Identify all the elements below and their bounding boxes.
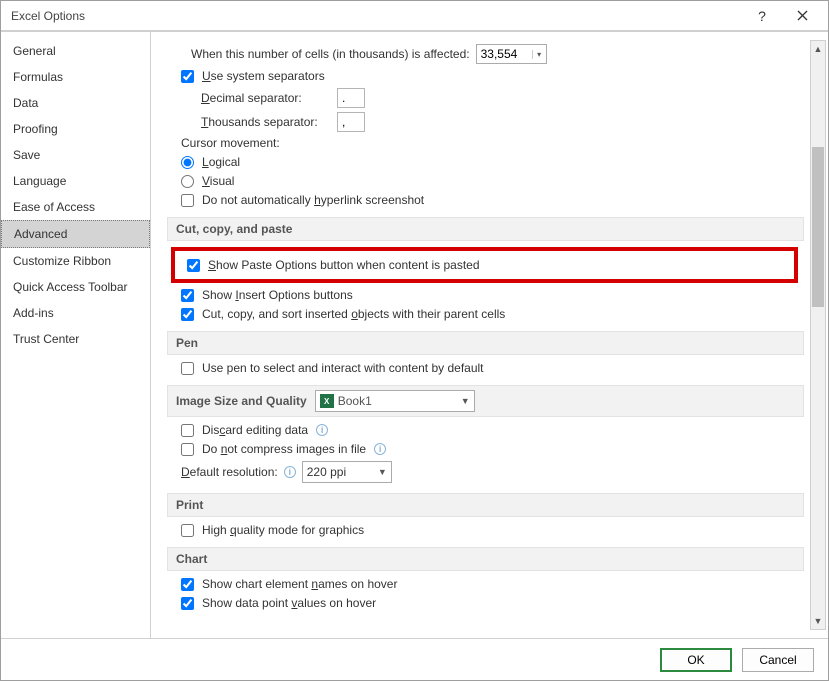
info-icon[interactable]: i <box>374 443 386 455</box>
section-chart: Chart <box>167 547 804 571</box>
use-pen-row: Use pen to select and interact with cont… <box>181 361 804 375</box>
sidebar-item-quick-access-toolbar[interactable]: Quick Access Toolbar <box>1 274 150 300</box>
decimal-separator-label: Decimal separator: <box>201 91 331 105</box>
help-button[interactable]: ? <box>742 2 782 30</box>
chart-data-values-checkbox[interactable] <box>181 597 194 610</box>
decimal-separator-row: Decimal separator: <box>201 88 804 108</box>
use-system-separators-row: Use system separators <box>181 69 804 83</box>
no-auto-hyperlink-checkbox[interactable] <box>181 194 194 207</box>
use-pen-label: Use pen to select and interact with cont… <box>202 361 484 375</box>
cursor-visual-row: Visual <box>181 174 804 188</box>
excel-options-dialog: Excel Options ? General Formulas Data Pr… <box>0 0 829 681</box>
show-paste-options-row: Show Paste Options button when content i… <box>187 258 788 272</box>
section-cut-copy-paste: Cut, copy, and paste <box>167 217 804 241</box>
section-image-size-quality: Image Size and Quality X Book1 ▼ <box>167 385 804 417</box>
image-target-value: Book1 <box>338 394 372 408</box>
scroll-down-arrow-icon[interactable]: ▼ <box>811 613 825 629</box>
section-pen: Pen <box>167 331 804 355</box>
vertical-scrollbar[interactable]: ▲ ▼ <box>810 40 826 630</box>
cells-affected-label: When this number of cells (in thousands)… <box>191 47 470 61</box>
sidebar-item-add-ins[interactable]: Add-ins <box>1 300 150 326</box>
cursor-movement-label: Cursor movement: <box>181 136 280 150</box>
default-resolution-row: Default resolution: i 220 ppi ▼ <box>181 461 804 483</box>
spinner-icon[interactable]: ▾ <box>532 50 546 59</box>
cursor-visual-radio[interactable] <box>181 175 194 188</box>
info-icon[interactable]: i <box>316 424 328 436</box>
discard-editing-checkbox[interactable] <box>181 424 194 437</box>
chart-element-names-label: Show chart element names on hover <box>202 577 397 591</box>
cancel-button[interactable]: Cancel <box>742 648 814 672</box>
thousands-separator-row: Thousands separator: <box>201 112 804 132</box>
sidebar-item-trust-center[interactable]: Trust Center <box>1 326 150 352</box>
sidebar-item-formulas[interactable]: Formulas <box>1 64 150 90</box>
sidebar-item-save[interactable]: Save <box>1 142 150 168</box>
show-insert-options-row: Show Insert Options buttons <box>181 288 804 302</box>
discard-editing-row: Discard editing data i <box>181 423 804 437</box>
scroll-track[interactable] <box>811 57 825 613</box>
content-area: When this number of cells (in thousands)… <box>151 32 828 638</box>
image-target-dropdown[interactable]: X Book1 ▼ <box>315 390 475 412</box>
sidebar-item-advanced[interactable]: Advanced <box>1 220 150 248</box>
no-auto-hyperlink-row: Do not automatically hyperlink screensho… <box>181 193 804 207</box>
cells-affected-row: When this number of cells (in thousands)… <box>191 44 804 64</box>
sidebar-item-language[interactable]: Language <box>1 168 150 194</box>
advanced-content: When this number of cells (in thousands)… <box>161 40 808 630</box>
dialog-footer: OK Cancel <box>1 638 828 680</box>
titlebar: Excel Options ? <box>1 1 828 31</box>
sidebar-item-data[interactable]: Data <box>1 90 150 116</box>
use-system-separators-checkbox[interactable] <box>181 70 194 83</box>
chart-data-values-row: Show data point values on hover <box>181 596 804 610</box>
default-resolution-value: 220 ppi <box>307 465 346 479</box>
dialog-title: Excel Options <box>11 9 742 23</box>
use-system-separators-label: Use system separators <box>202 69 325 83</box>
default-resolution-label: Default resolution: <box>181 465 278 479</box>
sidebar-item-general[interactable]: General <box>1 38 150 64</box>
show-paste-options-checkbox[interactable] <box>187 259 200 272</box>
no-compress-label: Do not compress images in file <box>202 442 366 456</box>
scroll-up-arrow-icon[interactable]: ▲ <box>811 41 825 57</box>
chart-element-names-checkbox[interactable] <box>181 578 194 591</box>
high-quality-row: High quality mode for graphics <box>181 523 804 537</box>
high-quality-label: High quality mode for graphics <box>202 523 364 537</box>
ok-button[interactable]: OK <box>660 648 732 672</box>
thousands-separator-input[interactable] <box>337 112 365 132</box>
default-resolution-dropdown[interactable]: 220 ppi ▼ <box>302 461 392 483</box>
cursor-logical-radio[interactable] <box>181 156 194 169</box>
show-insert-options-label: Show Insert Options buttons <box>202 288 353 302</box>
close-button[interactable] <box>782 2 822 30</box>
cut-sort-objects-row: Cut, copy, and sort inserted objects wit… <box>181 307 804 321</box>
use-pen-checkbox[interactable] <box>181 362 194 375</box>
scroll-thumb[interactable] <box>812 147 824 307</box>
discard-editing-label: Discard editing data <box>202 423 308 437</box>
cut-sort-objects-checkbox[interactable] <box>181 308 194 321</box>
info-icon[interactable]: i <box>284 466 296 478</box>
cut-sort-objects-label: Cut, copy, and sort inserted objects wit… <box>202 307 505 321</box>
cursor-movement-label-row: Cursor movement: <box>181 136 804 150</box>
decimal-separator-input[interactable] <box>337 88 365 108</box>
no-compress-checkbox[interactable] <box>181 443 194 456</box>
chart-data-values-label: Show data point values on hover <box>202 596 376 610</box>
chevron-down-icon: ▼ <box>378 467 387 477</box>
chevron-down-icon: ▼ <box>461 396 470 406</box>
cursor-visual-label: Visual <box>202 174 234 188</box>
chart-element-names-row: Show chart element names on hover <box>181 577 804 591</box>
sidebar-item-proofing[interactable]: Proofing <box>1 116 150 142</box>
thousands-separator-label: Thousands separator: <box>201 115 331 129</box>
no-compress-row: Do not compress images in file i <box>181 442 804 456</box>
section-print: Print <box>167 493 804 517</box>
show-paste-options-label: Show Paste Options button when content i… <box>208 258 480 272</box>
sidebar-item-customize-ribbon[interactable]: Customize Ribbon <box>1 248 150 274</box>
high-quality-checkbox[interactable] <box>181 524 194 537</box>
cursor-logical-row: Logical <box>181 155 804 169</box>
highlight-paste-options: Show Paste Options button when content i… <box>171 247 798 283</box>
sidebar-item-ease-of-access[interactable]: Ease of Access <box>1 194 150 220</box>
no-auto-hyperlink-label: Do not automatically hyperlink screensho… <box>202 193 424 207</box>
sidebar: General Formulas Data Proofing Save Lang… <box>1 32 151 638</box>
cells-affected-input[interactable] <box>477 45 532 63</box>
close-icon <box>797 10 808 21</box>
excel-icon: X <box>320 394 334 408</box>
show-insert-options-checkbox[interactable] <box>181 289 194 302</box>
cursor-logical-label: Logical <box>202 155 240 169</box>
dialog-body: General Formulas Data Proofing Save Lang… <box>1 31 828 638</box>
